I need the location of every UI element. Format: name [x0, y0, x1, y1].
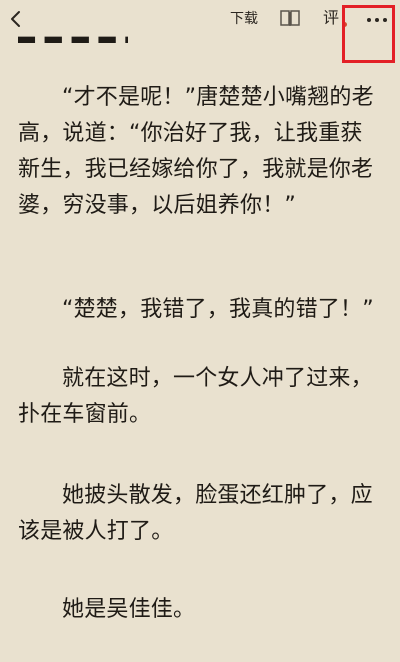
chevron-left-icon[interactable]: [6, 8, 26, 30]
comment-badge-dot: [342, 22, 347, 27]
paragraph-3: 就在这时，一个女人冲了过来，扑在车窗前。: [18, 366, 373, 427]
paragraph-1: “才不是呢！”唐楚楚小嘴翘的老高，说道：“你治好了我，让我重获新生，我已经嫁给你…: [18, 85, 374, 218]
more-dot-1: [367, 18, 371, 22]
comment-button[interactable]: 评: [323, 8, 347, 32]
paragraph-4: 她披头散发，脸蛋还红肿了，应该是被人打了。: [18, 483, 373, 544]
download-button[interactable]: 下载: [230, 10, 258, 28]
more-dot-3: [383, 18, 387, 22]
paragraph-5: 她是吴佳佳。: [62, 597, 196, 622]
more-dot-2: [375, 18, 379, 22]
paragraph-2: “楚楚，我错了，我真的错了！”: [62, 297, 374, 322]
more-options-button[interactable]: [360, 6, 394, 32]
comment-label: 评: [323, 8, 340, 27]
book-icon[interactable]: [279, 8, 301, 28]
